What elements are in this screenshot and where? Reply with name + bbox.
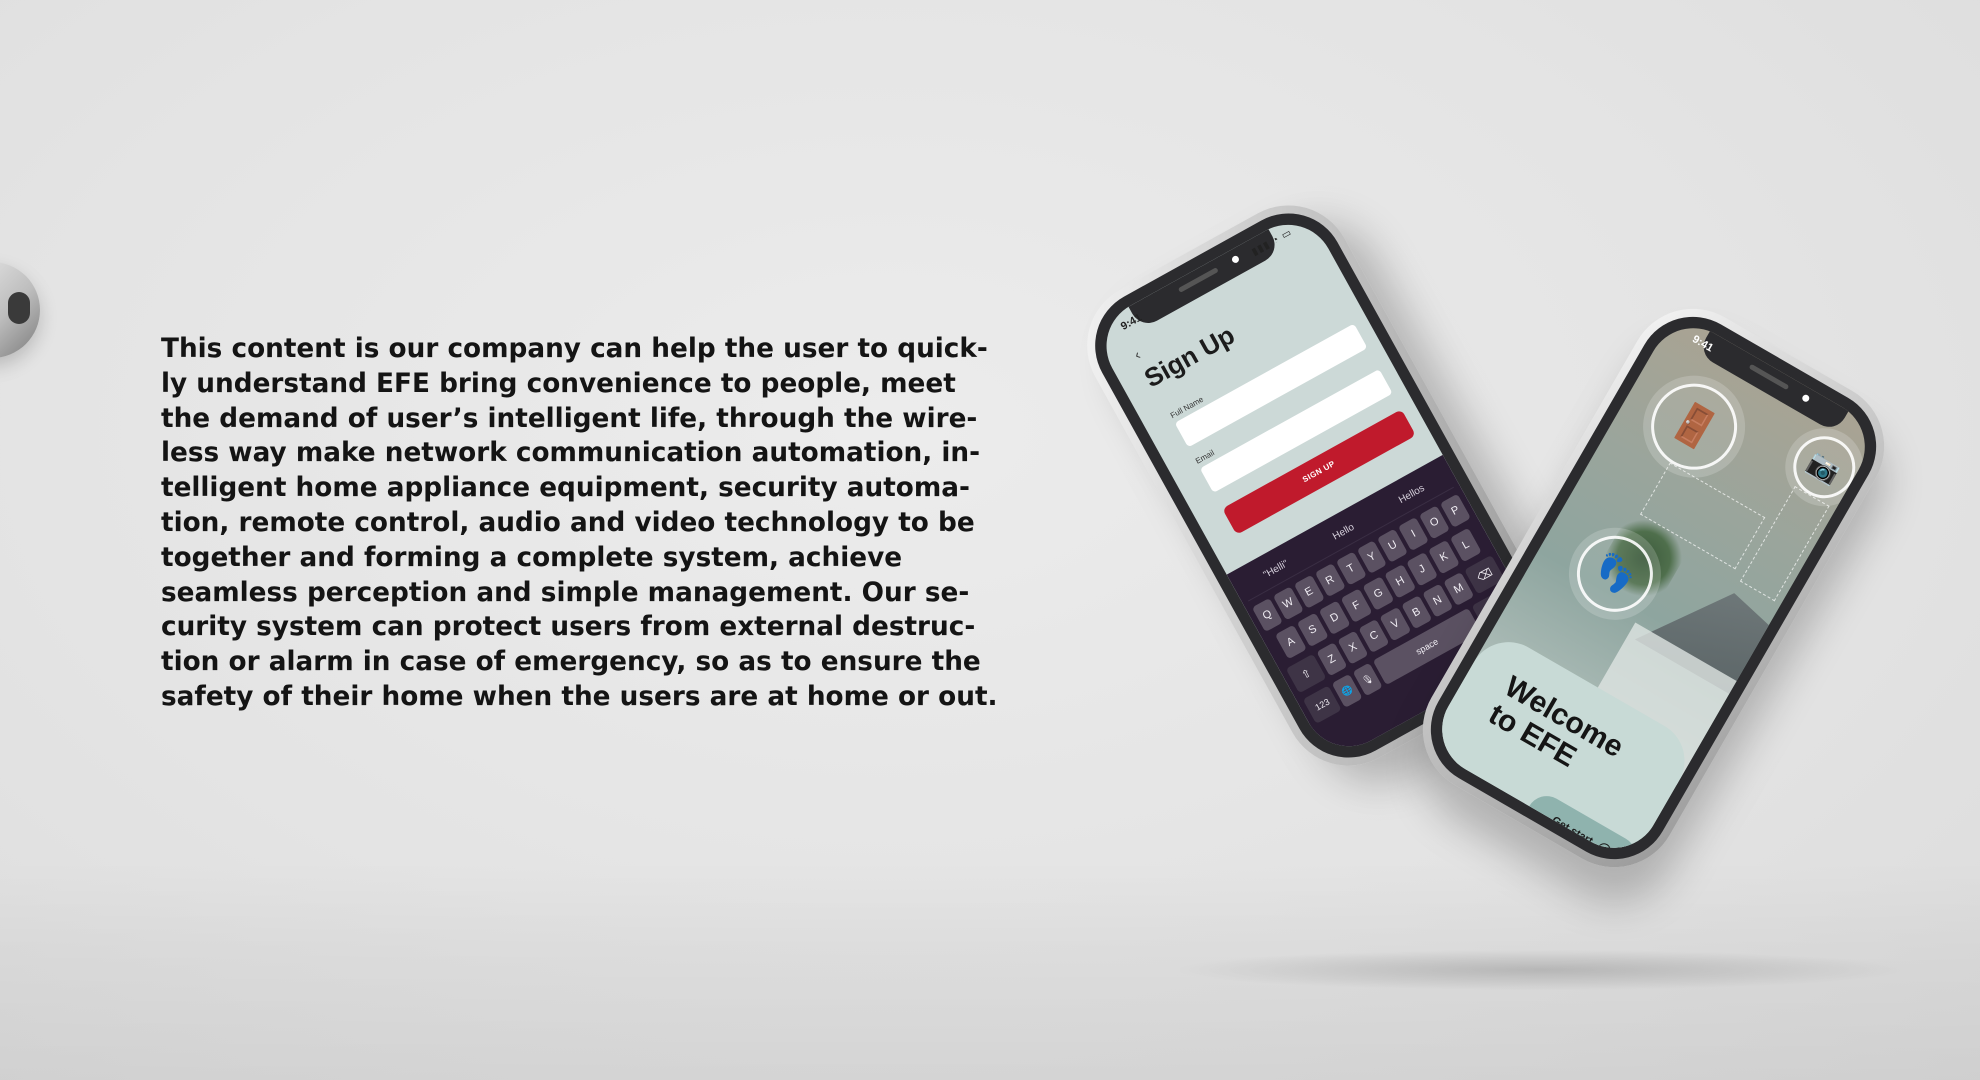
back-chevron-icon[interactable]: ‹: [1131, 346, 1143, 362]
page-title: Sign Up: [1139, 319, 1240, 394]
description-line: the demand of user’s intelligent life, t…: [161, 403, 978, 434]
description-line: safety of their home when the users are …: [161, 681, 998, 712]
door-sensor-icon: 🚪: [1635, 367, 1753, 486]
description-line: ly understand EFE bring convenience to p…: [161, 368, 956, 399]
suggestion-item[interactable]: "Helli": [1262, 558, 1291, 580]
description-line: seamless perception and simple managemen…: [161, 577, 970, 608]
description-paragraph: This content is our company can help the…: [161, 332, 998, 715]
check-circle-icon: ✓: [1595, 840, 1614, 859]
description-line: together and forming a complete system, …: [161, 542, 903, 573]
suggestion-item[interactable]: Hellos: [1397, 483, 1427, 506]
get-start-label: Get start: [1549, 814, 1595, 848]
welcome-screen: 9:41 🚪 📷 👣 Welcome to EFE Get start ✓: [1425, 311, 1882, 865]
description-line: tion or alarm in case of emergency, so a…: [161, 647, 981, 678]
description-line: less way make network communication auto…: [161, 438, 981, 469]
partial-device-left-edge: [0, 262, 40, 358]
description-line: curity system can protect users from ext…: [161, 612, 976, 643]
suggestion-item[interactable]: Hello: [1331, 522, 1356, 543]
phone-floor-shadow: [1180, 950, 1900, 990]
emoji-icon[interactable]: ☺: [1338, 740, 1359, 762]
description-line: telligent home appliance equipment, secu…: [161, 473, 970, 504]
status-time: 9:41: [1118, 311, 1144, 333]
description-line: tion, remote control, audio and video te…: [161, 507, 975, 538]
connection-line: [1739, 486, 1830, 602]
description-line: This content is our company can help the…: [161, 334, 988, 364]
